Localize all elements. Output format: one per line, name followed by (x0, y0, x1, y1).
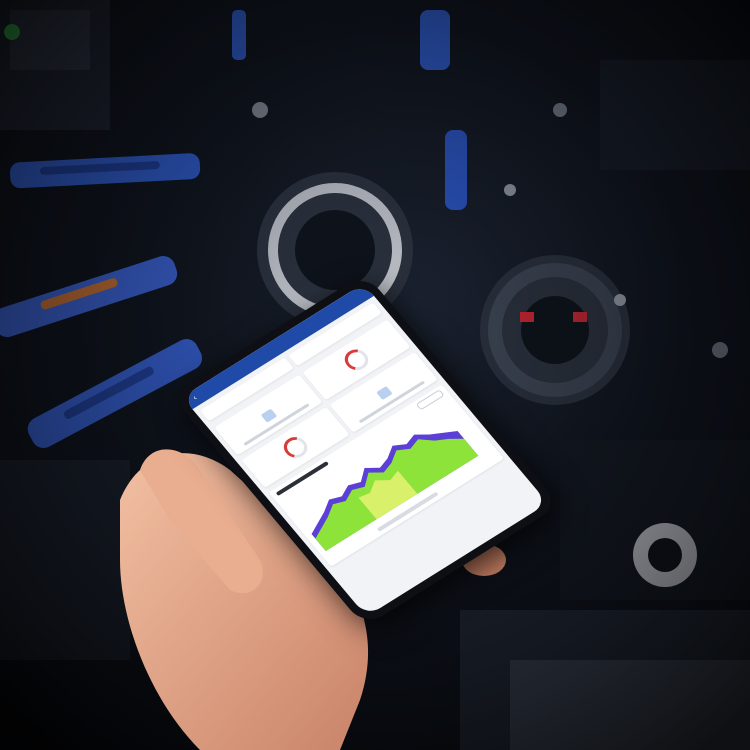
machine-icon (260, 408, 278, 423)
gauge-icon (340, 345, 373, 375)
photo-scene: ‹ (0, 0, 750, 750)
back-arrow-icon[interactable]: ‹ (189, 391, 202, 405)
gauge-icon (279, 433, 313, 462)
person-icon (375, 385, 393, 400)
